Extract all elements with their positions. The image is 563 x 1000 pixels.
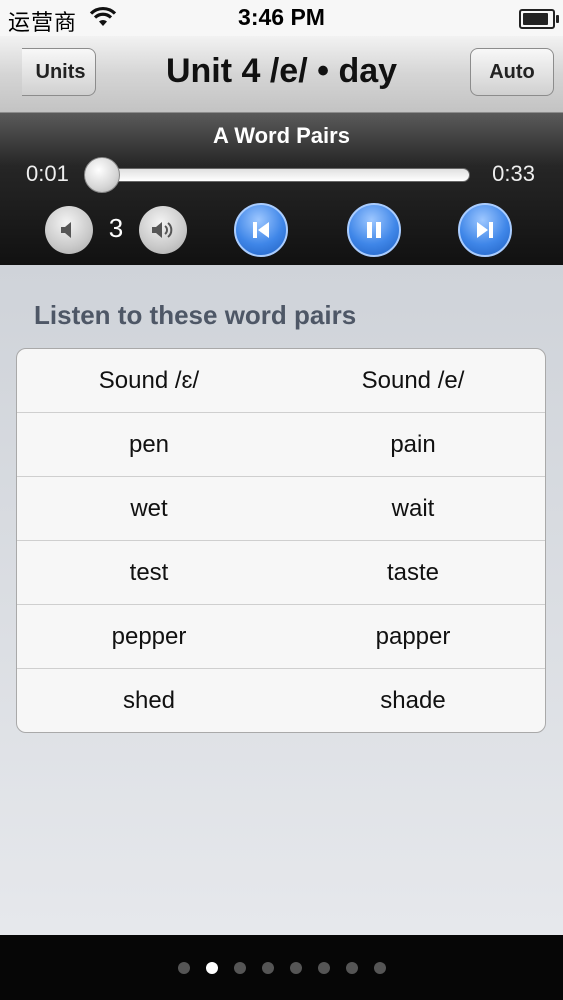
time-elapsed: 0:01	[26, 161, 69, 186]
page-dot[interactable]	[261, 962, 274, 974]
back-button[interactable]: Units	[22, 48, 96, 96]
progress-thumb[interactable]	[84, 157, 121, 193]
word-cell: test	[129, 558, 169, 586]
status-bar: 运营商 3:46 PM	[0, 0, 563, 36]
word-pairs-table: Sound /ɛ/ Sound /e/ pen pain wet wait te…	[16, 348, 546, 733]
pause-icon	[367, 222, 381, 238]
time-total: 0:33	[492, 161, 535, 186]
table-row[interactable]: pen pain	[17, 412, 545, 476]
column-header: Sound /ɛ/	[98, 366, 200, 394]
speaker-low-icon	[61, 222, 71, 238]
volume-down-button[interactable]	[45, 206, 93, 254]
volume-level: 3	[108, 213, 124, 243]
lesson-content: Listen to these word pairs Sound /ɛ/ Sou…	[0, 265, 563, 935]
progress-slider[interactable]	[84, 157, 470, 193]
table-header-row: Sound /ɛ/ Sound /e/	[17, 349, 545, 412]
page-indicator[interactable]	[0, 962, 563, 974]
table-row[interactable]: test taste	[17, 540, 545, 604]
word-cell: wet	[130, 494, 168, 522]
page-title: Unit 4 /e/ • day	[165, 52, 398, 90]
table-row[interactable]: pepper papper	[17, 604, 545, 668]
table-row[interactable]: wet wait	[17, 476, 545, 540]
word-cell: taste	[386, 558, 440, 586]
word-cell: pen	[128, 430, 170, 458]
page-dot[interactable]	[233, 962, 246, 974]
page-dot[interactable]	[373, 962, 386, 974]
pause-button[interactable]	[347, 203, 401, 257]
word-cell: shade	[380, 686, 446, 714]
word-cell: wait	[391, 494, 435, 522]
status-time: 3:46 PM	[238, 4, 325, 30]
bottom-bar	[0, 935, 563, 1000]
back-button-label: Units	[35, 60, 86, 83]
next-button[interactable]	[458, 203, 512, 257]
skip-next-icon	[477, 222, 493, 238]
battery-fill	[523, 13, 548, 25]
skip-previous-icon	[253, 222, 269, 238]
page-dot[interactable]	[345, 962, 358, 974]
navigation-bar: Units Unit 4 /e/ • day Auto	[0, 36, 563, 113]
page-dot-active[interactable]	[205, 962, 218, 974]
previous-button[interactable]	[234, 203, 288, 257]
table-row[interactable]: shed shade	[17, 668, 545, 732]
word-cell: papper	[375, 622, 451, 650]
battery-icon	[519, 9, 559, 29]
column-header: Sound /e/	[361, 366, 465, 394]
page-dot[interactable]	[289, 962, 302, 974]
page-dot[interactable]	[317, 962, 330, 974]
page-dot[interactable]	[177, 962, 190, 974]
word-cell: pepper	[111, 622, 187, 650]
speaker-high-icon	[152, 222, 173, 238]
volume-up-button[interactable]	[139, 206, 187, 254]
audio-player: A Word Pairs 0:01 0:33 3	[0, 113, 563, 265]
track-title: A Word Pairs	[213, 123, 350, 148]
auto-button-label: Auto	[489, 60, 535, 83]
word-cell: shed	[122, 686, 176, 714]
auto-button[interactable]: Auto	[470, 48, 554, 96]
word-cell: pain	[390, 430, 436, 458]
section-heading: Listen to these word pairs	[34, 300, 357, 330]
